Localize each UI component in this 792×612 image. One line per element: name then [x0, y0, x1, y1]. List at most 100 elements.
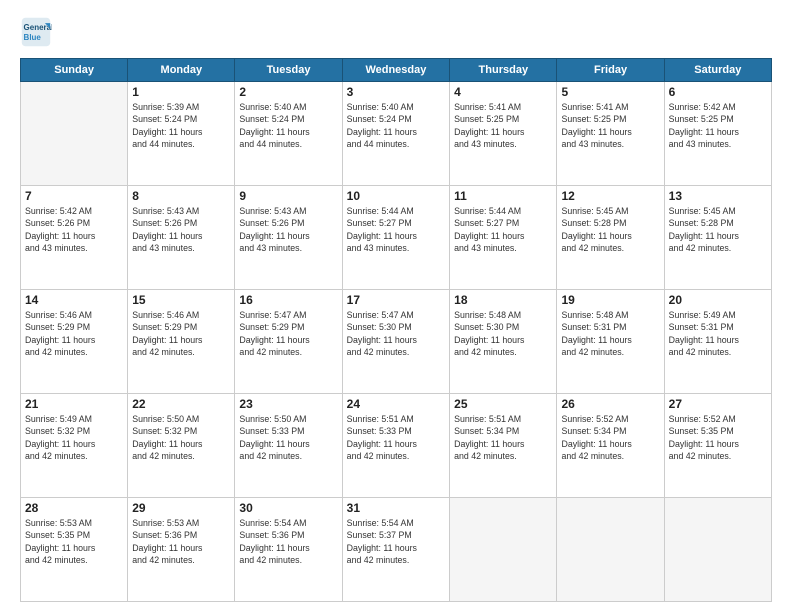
day-number: 19 — [561, 293, 659, 307]
day-info: Sunrise: 5:48 AMSunset: 5:31 PMDaylight:… — [561, 309, 659, 358]
calendar-cell: 18 Sunrise: 5:48 AMSunset: 5:30 PMDayligh… — [450, 290, 557, 394]
day-number: 31 — [347, 501, 445, 515]
day-info: Sunrise: 5:40 AMSunset: 5:24 PMDaylight:… — [347, 101, 445, 150]
calendar-cell: 26 Sunrise: 5:52 AMSunset: 5:34 PMDayligh… — [557, 394, 664, 498]
day-info: Sunrise: 5:43 AMSunset: 5:26 PMDaylight:… — [239, 205, 337, 254]
day-number: 14 — [25, 293, 123, 307]
week-row-2: 7 Sunrise: 5:42 AMSunset: 5:26 PMDaylight… — [21, 186, 772, 290]
logo-svg: General Blue — [20, 16, 52, 48]
col-header-friday: Friday — [557, 59, 664, 82]
week-row-4: 21Sunrise: 5:49 AMSunset: 5:32 PMDayligh… — [21, 394, 772, 498]
day-info: Sunrise: 5:41 AMSunset: 5:25 PMDaylight:… — [561, 101, 659, 150]
day-number: 6 — [669, 85, 767, 99]
day-info: Sunrise: 5:46 AMSunset: 5:29 PMDaylight:… — [25, 309, 123, 358]
day-info: Sunrise: 5:42 AMSunset: 5:25 PMDaylight:… — [669, 101, 767, 150]
week-row-3: 14 Sunrise: 5:46 AMSunset: 5:29 PMDayligh… — [21, 290, 772, 394]
day-number: 28 — [25, 501, 123, 515]
calendar-cell: 30 Sunrise: 5:54 AMSunset: 5:36 PMDayligh… — [235, 498, 342, 602]
calendar-cell: 11 Sunrise: 5:44 AMSunset: 5:27 PMDayligh… — [450, 186, 557, 290]
calendar-header-row: SundayMondayTuesdayWednesdayThursdayFrid… — [21, 59, 772, 82]
calendar-cell — [557, 498, 664, 602]
day-number: 25 — [454, 397, 552, 411]
day-info: Sunrise: 5:54 AMSunset: 5:36 PMDaylight:… — [239, 517, 337, 566]
day-info: Sunrise: 5:45 AMSunset: 5:28 PMDaylight:… — [561, 205, 659, 254]
day-number: 29 — [132, 501, 230, 515]
col-header-tuesday: Tuesday — [235, 59, 342, 82]
day-number: 7 — [25, 189, 123, 203]
day-number: 9 — [239, 189, 337, 203]
col-header-monday: Monday — [128, 59, 235, 82]
day-number: 20 — [669, 293, 767, 307]
week-row-5: 28 Sunrise: 5:53 AMSunset: 5:35 PMDayligh… — [21, 498, 772, 602]
day-info: Sunrise: 5:42 AMSunset: 5:26 PMDaylight:… — [25, 205, 123, 254]
day-number: 4 — [454, 85, 552, 99]
week-row-1: 1 Sunrise: 5:39 AMSunset: 5:24 PMDaylight… — [21, 82, 772, 186]
day-info: Sunrise: 5:50 AMSunset: 5:32 PMDaylight:… — [132, 413, 230, 462]
day-info: Sunrise: 5:44 AMSunset: 5:27 PMDaylight:… — [454, 205, 552, 254]
day-number: 22 — [132, 397, 230, 411]
day-info: Sunrise: 5:39 AMSunset: 5:24 PMDaylight:… — [132, 101, 230, 150]
day-info: Sunrise: 5:52 AMSunset: 5:34 PMDaylight:… — [561, 413, 659, 462]
day-info: Sunrise: 5:48 AMSunset: 5:30 PMDaylight:… — [454, 309, 552, 358]
day-info: Sunrise: 5:40 AMSunset: 5:24 PMDaylight:… — [239, 101, 337, 150]
page: General Blue SundayMondayTuesdayWednesda… — [0, 0, 792, 612]
calendar-cell — [664, 498, 771, 602]
col-header-thursday: Thursday — [450, 59, 557, 82]
day-number: 13 — [669, 189, 767, 203]
svg-text:Blue: Blue — [24, 33, 42, 42]
day-info: Sunrise: 5:53 AMSunset: 5:35 PMDaylight:… — [25, 517, 123, 566]
calendar-cell — [450, 498, 557, 602]
day-number: 30 — [239, 501, 337, 515]
calendar-cell: 25Sunrise: 5:51 AMSunset: 5:34 PMDayligh… — [450, 394, 557, 498]
calendar-cell: 5Sunrise: 5:41 AMSunset: 5:25 PMDaylight… — [557, 82, 664, 186]
day-info: Sunrise: 5:49 AMSunset: 5:31 PMDaylight:… — [669, 309, 767, 358]
calendar-cell: 28 Sunrise: 5:53 AMSunset: 5:35 PMDayligh… — [21, 498, 128, 602]
day-number: 3 — [347, 85, 445, 99]
day-number: 8 — [132, 189, 230, 203]
logo: General Blue — [20, 16, 56, 48]
calendar-cell: 23Sunrise: 5:50 AMSunset: 5:33 PMDayligh… — [235, 394, 342, 498]
day-number: 2 — [239, 85, 337, 99]
day-number: 27 — [669, 397, 767, 411]
day-info: Sunrise: 5:47 AMSunset: 5:29 PMDaylight:… — [239, 309, 337, 358]
calendar-cell: 31 Sunrise: 5:54 AMSunset: 5:37 PMDayligh… — [342, 498, 449, 602]
calendar-cell: 13 Sunrise: 5:45 AMSunset: 5:28 PMDayligh… — [664, 186, 771, 290]
header: General Blue — [20, 16, 772, 48]
day-number: 11 — [454, 189, 552, 203]
calendar-cell: 15Sunrise: 5:46 AMSunset: 5:29 PMDayligh… — [128, 290, 235, 394]
day-number: 10 — [347, 189, 445, 203]
day-info: Sunrise: 5:45 AMSunset: 5:28 PMDaylight:… — [669, 205, 767, 254]
day-number: 26 — [561, 397, 659, 411]
calendar-cell: 21Sunrise: 5:49 AMSunset: 5:32 PMDayligh… — [21, 394, 128, 498]
day-info: Sunrise: 5:47 AMSunset: 5:30 PMDaylight:… — [347, 309, 445, 358]
day-info: Sunrise: 5:41 AMSunset: 5:25 PMDaylight:… — [454, 101, 552, 150]
day-number: 1 — [132, 85, 230, 99]
day-info: Sunrise: 5:43 AMSunset: 5:26 PMDaylight:… — [132, 205, 230, 254]
day-number: 12 — [561, 189, 659, 203]
day-info: Sunrise: 5:44 AMSunset: 5:27 PMDaylight:… — [347, 205, 445, 254]
day-number: 24 — [347, 397, 445, 411]
day-info: Sunrise: 5:51 AMSunset: 5:33 PMDaylight:… — [347, 413, 445, 462]
calendar-cell: 20 Sunrise: 5:49 AMSunset: 5:31 PMDayligh… — [664, 290, 771, 394]
col-header-sunday: Sunday — [21, 59, 128, 82]
calendar-cell: 2 Sunrise: 5:40 AMSunset: 5:24 PMDaylight… — [235, 82, 342, 186]
day-number: 23 — [239, 397, 337, 411]
day-info: Sunrise: 5:52 AMSunset: 5:35 PMDaylight:… — [669, 413, 767, 462]
calendar-cell: 8 Sunrise: 5:43 AMSunset: 5:26 PMDaylight… — [128, 186, 235, 290]
day-info: Sunrise: 5:46 AMSunset: 5:29 PMDaylight:… — [132, 309, 230, 358]
calendar-cell: 19 Sunrise: 5:48 AMSunset: 5:31 PMDayligh… — [557, 290, 664, 394]
day-number: 18 — [454, 293, 552, 307]
col-header-wednesday: Wednesday — [342, 59, 449, 82]
calendar-cell: 4 Sunrise: 5:41 AMSunset: 5:25 PMDaylight… — [450, 82, 557, 186]
calendar-cell: 29 Sunrise: 5:53 AMSunset: 5:36 PMDayligh… — [128, 498, 235, 602]
calendar-cell: 22 Sunrise: 5:50 AMSunset: 5:32 PMDayligh… — [128, 394, 235, 498]
day-info: Sunrise: 5:53 AMSunset: 5:36 PMDaylight:… — [132, 517, 230, 566]
day-info: Sunrise: 5:54 AMSunset: 5:37 PMDaylight:… — [347, 517, 445, 566]
calendar-cell: 6 Sunrise: 5:42 AMSunset: 5:25 PMDaylight… — [664, 82, 771, 186]
calendar-cell: 27 Sunrise: 5:52 AMSunset: 5:35 PMDayligh… — [664, 394, 771, 498]
calendar-cell — [21, 82, 128, 186]
day-number: 16 — [239, 293, 337, 307]
calendar-cell: 3 Sunrise: 5:40 AMSunset: 5:24 PMDaylight… — [342, 82, 449, 186]
calendar-table: SundayMondayTuesdayWednesdayThursdayFrid… — [20, 58, 772, 602]
day-info: Sunrise: 5:49 AMSunset: 5:32 PMDaylight:… — [25, 413, 123, 462]
